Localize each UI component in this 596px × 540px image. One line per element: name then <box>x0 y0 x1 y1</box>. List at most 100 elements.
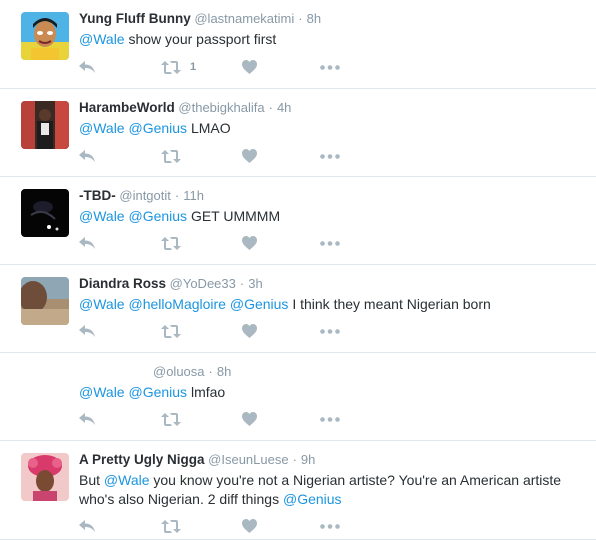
tweet-header: A Pretty Ugly Nigga @IseunLuese · 9h <box>79 451 586 469</box>
tweet-actions <box>79 147 379 165</box>
tweet-text-segment: I think they meant Nigerian born <box>288 296 491 312</box>
display-name[interactable]: HarambeWorld <box>79 100 175 115</box>
like-icon <box>242 519 257 533</box>
avatar[interactable] <box>21 453 69 501</box>
like-button[interactable] <box>242 517 257 535</box>
like-icon <box>242 60 257 74</box>
mention-link[interactable]: @Wale <box>79 384 125 400</box>
retweet-icon <box>161 60 181 74</box>
mention-link[interactable]: @Wale <box>79 31 125 47</box>
reply-button[interactable] <box>79 410 95 428</box>
tweet[interactable]: @oluosa · 8h @Wale @Genius lmfao <box>0 353 596 441</box>
display-name[interactable]: Diandra Ross <box>79 276 166 291</box>
user-handle[interactable]: @IseunLuese <box>208 452 288 467</box>
mention-link[interactable]: @Wale <box>104 472 150 488</box>
like-button[interactable] <box>242 147 257 165</box>
like-button[interactable] <box>242 322 257 340</box>
timestamp[interactable]: 8h <box>217 364 231 379</box>
retweet-button[interactable]: 1 <box>161 58 196 76</box>
display-name[interactable]: A Pretty Ugly Nigga <box>79 452 205 467</box>
mention-link[interactable]: @Genius <box>128 208 187 224</box>
separator-dot: · <box>239 276 245 291</box>
user-handle[interactable]: @thebigkhalifa <box>178 100 264 115</box>
mention-link[interactable]: @helloMagloire <box>128 296 225 312</box>
more-button[interactable] <box>320 322 340 340</box>
reply-icon <box>79 519 95 533</box>
reply-button[interactable] <box>79 147 95 165</box>
tweet-content: @oluosa · 8h @Wale @Genius lmfao <box>79 363 586 426</box>
tweet[interactable]: HarambeWorld @thebigkhalifa · 4h @Wale @Gen… <box>0 89 596 177</box>
reply-button[interactable] <box>79 234 95 252</box>
reply-icon <box>79 60 95 74</box>
like-button[interactable] <box>242 234 257 252</box>
more-button[interactable] <box>320 517 340 535</box>
mention-link[interactable]: @Wale <box>79 296 125 312</box>
tweet-text: But @Wale you know you're not a Nigerian… <box>79 471 586 509</box>
tweet-header: Yung Fluff Bunny @lastnamekatimi · 8h <box>79 10 586 28</box>
more-button[interactable] <box>320 147 340 165</box>
retweet-button[interactable] <box>161 147 190 165</box>
user-handle[interactable]: @oluosa <box>153 364 205 379</box>
more-button[interactable] <box>320 234 340 252</box>
separator-dot: · <box>268 100 273 115</box>
avatar[interactable] <box>21 277 69 325</box>
mention-link[interactable]: @Wale <box>79 208 125 224</box>
display-name[interactable]: Yung Fluff Bunny <box>79 11 191 26</box>
avatar[interactable] <box>21 12 69 60</box>
timestamp[interactable]: 9h <box>301 452 315 467</box>
tweet-text: @Wale @Genius LMAO <box>79 119 586 138</box>
timestamp[interactable]: 11h <box>183 188 204 203</box>
more-button[interactable] <box>320 410 340 428</box>
tweet-content: A Pretty Ugly Nigga @IseunLuese · 9h But @W… <box>79 451 586 533</box>
retweet-button[interactable] <box>161 234 190 252</box>
tweet-feed: Yung Fluff Bunny @lastnamekatimi · 8h @Wale… <box>0 0 596 540</box>
tweet[interactable]: Diandra Ross @YoDee33 · 3h @Wale @helloMagl… <box>0 265 596 353</box>
tweet-text: @Wale show your passport first <box>79 30 586 49</box>
reply-button[interactable] <box>79 517 95 535</box>
timestamp[interactable]: 8h <box>307 11 321 26</box>
retweet-button[interactable] <box>161 322 190 340</box>
tweet-text-segment: LMAO <box>187 120 231 136</box>
reply-button[interactable] <box>79 58 95 76</box>
reply-icon <box>79 236 95 250</box>
retweet-icon <box>161 149 181 163</box>
timestamp[interactable]: 3h <box>248 276 262 291</box>
mention-link[interactable]: @Wale <box>79 120 125 136</box>
separator-dot: · <box>174 188 180 203</box>
tweet-content: HarambeWorld @thebigkhalifa · 4h @Wale @Gen… <box>79 99 586 163</box>
like-button[interactable] <box>242 58 257 76</box>
like-icon <box>242 236 257 250</box>
separator-dot: · <box>298 11 303 26</box>
avatar[interactable] <box>21 101 69 149</box>
more-icon <box>320 523 340 529</box>
more-icon <box>320 153 340 159</box>
retweet-button[interactable] <box>161 517 190 535</box>
mention-link[interactable]: @Genius <box>128 120 187 136</box>
user-handle[interactable]: @intgotit <box>119 188 171 203</box>
reply-icon <box>79 324 95 338</box>
tweet[interactable]: Yung Fluff Bunny @lastnamekatimi · 8h @Wale… <box>0 0 596 89</box>
tweet[interactable]: -TBD- @intgotit · 11h @Wale @Genius GET UMM… <box>0 177 596 265</box>
mention-link[interactable]: @Genius <box>128 384 187 400</box>
mention-link[interactable]: @Genius <box>283 491 342 507</box>
avatar[interactable] <box>21 189 69 237</box>
more-button[interactable] <box>320 58 340 76</box>
retweet-icon <box>161 324 181 338</box>
tweet-actions <box>79 517 379 535</box>
tweet-actions <box>79 322 379 340</box>
reply-icon <box>79 149 95 163</box>
reply-button[interactable] <box>79 322 95 340</box>
more-icon <box>320 64 340 70</box>
more-icon <box>320 240 340 246</box>
user-handle[interactable]: @lastnamekatimi <box>194 11 294 26</box>
separator-dot: · <box>208 364 213 379</box>
tweet-header: HarambeWorld @thebigkhalifa · 4h <box>79 99 586 117</box>
display-name[interactable]: -TBD- <box>79 188 116 203</box>
retweet-button[interactable] <box>161 410 190 428</box>
mention-link[interactable]: @Genius <box>230 296 289 312</box>
timestamp[interactable]: 4h <box>277 100 291 115</box>
like-button[interactable] <box>242 410 257 428</box>
tweet[interactable]: A Pretty Ugly Nigga @IseunLuese · 9h But @W… <box>0 441 596 540</box>
tweet-content: Yung Fluff Bunny @lastnamekatimi · 8h @Wale… <box>79 10 586 74</box>
user-handle[interactable]: @YoDee33 <box>170 276 236 291</box>
